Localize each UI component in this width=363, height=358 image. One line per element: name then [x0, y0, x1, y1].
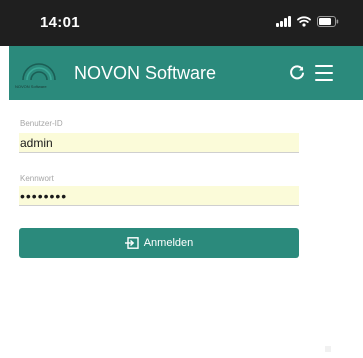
menu-icon[interactable]: [315, 65, 333, 81]
battery-icon: [317, 16, 339, 27]
password-input[interactable]: [19, 186, 299, 206]
login-icon: [124, 237, 139, 249]
app-bar: NOVON Software NOVON Software: [9, 46, 363, 100]
login-button-label: Anmelden: [143, 237, 194, 249]
password-label: Kennwort: [20, 174, 54, 183]
login-button[interactable]: Anmelden: [19, 228, 299, 258]
scroll-indicator: [325, 346, 331, 352]
status-bar: 14:01: [0, 0, 363, 46]
login-form: Benutzer-ID Kennwort Anmelden: [9, 100, 363, 358]
app-title: NOVON Software: [74, 63, 217, 83]
app-screen: 14:01 NOVON Software NOVON Software Benu…: [0, 0, 363, 358]
user-id-input[interactable]: [19, 133, 299, 153]
logo-caption: NOVON Software: [15, 84, 47, 89]
user-id-label: Benutzer-ID: [20, 119, 63, 128]
status-icons: [276, 16, 339, 27]
refresh-icon[interactable]: [288, 64, 306, 82]
wifi-icon: [297, 16, 311, 27]
status-time: 14:01: [40, 14, 80, 31]
signal-icon: [276, 16, 291, 27]
